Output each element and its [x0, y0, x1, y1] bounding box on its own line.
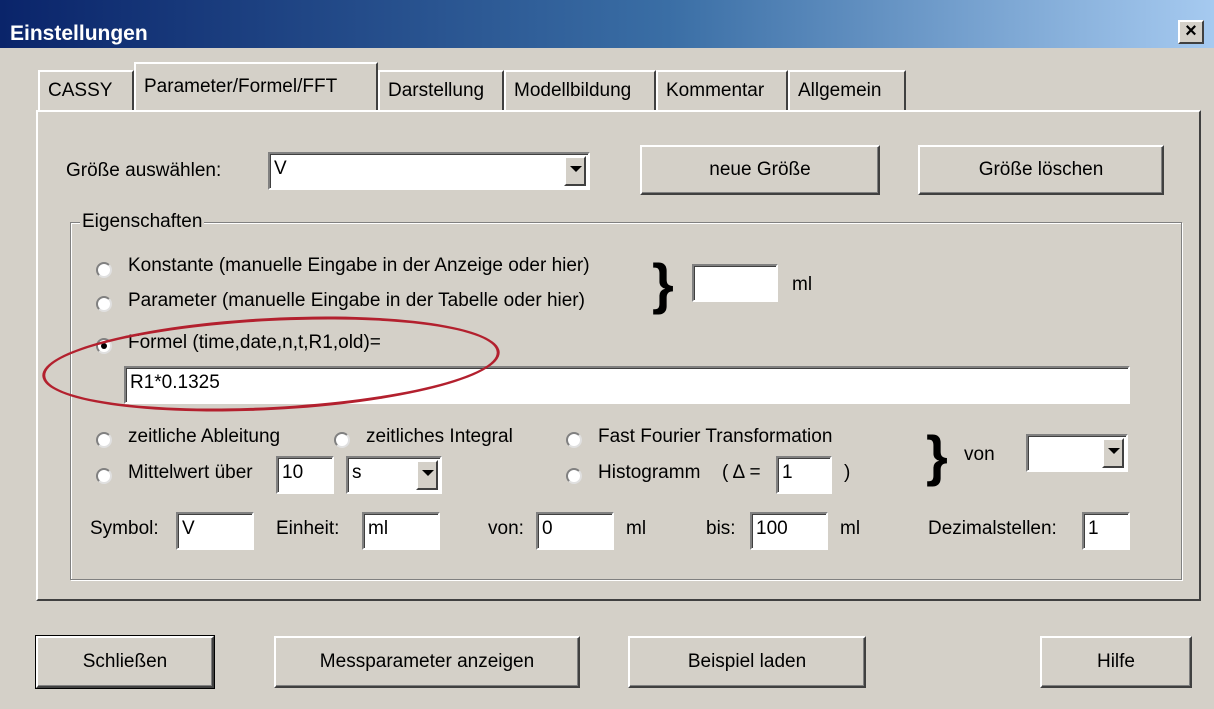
zeitliches-integral-label: zeitliches Integral — [366, 426, 513, 447]
mittelwert-unit-select[interactable]: s — [346, 456, 442, 494]
eigenschaften-group-label: Eigenschaften — [80, 211, 205, 233]
mittelwert-label: Mittelwert über — [128, 462, 253, 483]
zeitliche-ableitung-label: zeitliche Ableitung — [128, 426, 281, 447]
title-bar: Einstellungen — [0, 0, 1214, 48]
histogramm-delta-suffix: ) — [844, 462, 851, 483]
radio-parameter[interactable] — [96, 296, 112, 312]
fft-label: Fast Fourier Transformation — [598, 426, 833, 447]
radio-histogramm[interactable] — [566, 468, 582, 484]
chevron-down-icon[interactable] — [564, 156, 586, 186]
parameter-label: Parameter (manuelle Eingabe in der Tabel… — [128, 290, 585, 311]
brace-symbol: } — [652, 252, 674, 315]
radio-zeitliche-ableitung[interactable] — [96, 432, 112, 448]
einheit-label: Einheit: — [276, 518, 340, 539]
formel-label: Formel (time,date,n,t,R1,old)= — [128, 332, 381, 353]
hilfe-button[interactable]: Hilfe — [1040, 636, 1192, 688]
bis-input[interactable]: 100 — [750, 512, 828, 550]
radio-zeitliches-integral[interactable] — [334, 432, 350, 448]
wert-unit: ml — [792, 274, 813, 295]
groesse-select[interactable]: V — [268, 152, 590, 190]
tab-modellbildung[interactable]: Modellbildung — [504, 70, 656, 110]
histogramm-delta-prefix: ( Δ = — [722, 462, 761, 483]
symbol-input[interactable]: V — [176, 512, 254, 550]
tab-kommentar[interactable]: Kommentar — [656, 70, 788, 110]
radio-konstante[interactable] — [96, 262, 112, 278]
beispiel-laden-button[interactable]: Beispiel laden — [628, 636, 866, 688]
symbol-label: Symbol: — [90, 518, 159, 539]
von-bereich-unit: ml — [626, 518, 647, 539]
groesse-select-value: V — [274, 158, 287, 179]
bis-label: bis: — [706, 518, 736, 539]
mittelwert-unit-value: s — [352, 462, 362, 483]
groesse-label: Größe auswählen: — [66, 160, 222, 181]
messparameter-anzeigen-button[interactable]: Messparameter anzeigen — [274, 636, 580, 688]
tab-darstellung[interactable]: Darstellung — [378, 70, 504, 110]
tab-allgemein[interactable]: Allgemein — [788, 70, 906, 110]
close-window-button[interactable]: × — [1178, 20, 1204, 44]
histogramm-delta-input[interactable]: 1 — [776, 456, 832, 494]
groesse-loeschen-button[interactable]: Größe löschen — [918, 145, 1164, 195]
einheit-input[interactable]: ml — [362, 512, 440, 550]
radio-fft[interactable] — [566, 432, 582, 448]
brace-symbol: } — [926, 424, 948, 487]
formel-input[interactable]: R1*0.1325 — [124, 366, 1130, 404]
histogramm-label: Histogramm — [598, 462, 701, 483]
schliessen-button[interactable]: Schließen — [35, 635, 215, 689]
konstante-label: Konstante (manuelle Eingabe in der Anzei… — [128, 255, 590, 276]
dezimalstellen-input[interactable]: 1 — [1082, 512, 1130, 550]
tab-cassy[interactable]: CASSY — [38, 70, 134, 110]
neue-groesse-button[interactable]: neue Größe — [640, 145, 880, 195]
mittelwert-input[interactable]: 10 — [276, 456, 334, 494]
radio-mittelwert[interactable] — [96, 468, 112, 484]
tab-parameter-formel-fft[interactable]: Parameter/Formel/FFT — [134, 62, 378, 110]
von-bereich-input[interactable]: 0 — [536, 512, 614, 550]
von-select[interactable] — [1026, 434, 1128, 472]
von-label: von — [964, 444, 995, 465]
chevron-down-icon[interactable] — [416, 460, 438, 490]
window-title: Einstellungen — [10, 22, 148, 45]
dezimalstellen-label: Dezimalstellen: — [928, 518, 1057, 539]
von-bereich-label: von: — [488, 518, 524, 539]
bis-unit: ml — [840, 518, 861, 539]
wert-input[interactable] — [692, 264, 778, 302]
radio-formel[interactable] — [96, 338, 112, 354]
chevron-down-icon[interactable] — [1102, 438, 1124, 468]
